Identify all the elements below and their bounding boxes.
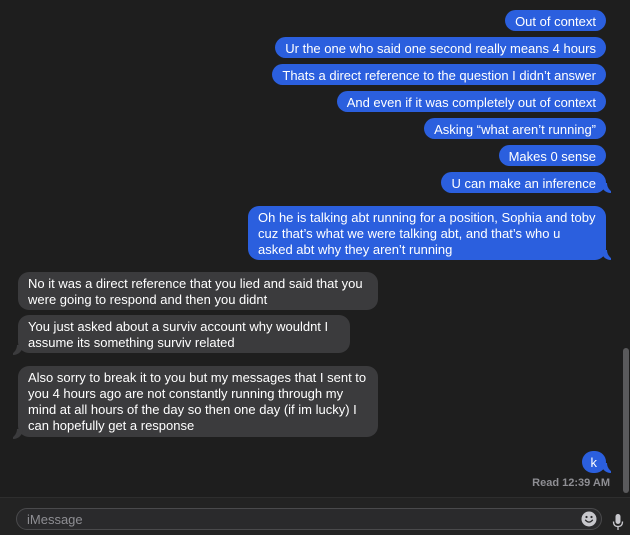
bubble-tail [7,427,23,439]
message-bubble-received[interactable]: No it was a direct reference that you li… [18,272,378,310]
bubble-tail [601,461,617,473]
scrollbar-thumb[interactable] [623,348,629,493]
message-bubble-sent[interactable]: Ur the one who said one second really me… [275,37,606,58]
message-text: Also sorry to break it to you but my mes… [28,370,367,433]
message-bubble-sent[interactable]: U can make an inference [441,172,606,193]
message-transcript: Out of context Ur the one who said one s… [0,0,630,497]
message-text: Makes 0 sense [508,149,596,164]
message-bubble-sent[interactable]: k [581,451,606,473]
message-text: U can make an inference [451,176,596,191]
microphone-icon[interactable] [611,513,625,531]
message-text: You just asked about a surviv account wh… [28,319,329,350]
message-text: Ur the one who said one second really me… [285,41,596,56]
read-receipt: Read 12:39 AM [532,477,610,489]
message-bubble-sent[interactable]: Oh he is talking abt running for a posit… [248,206,606,260]
bubble-tail [7,343,23,355]
message-text: No it was a direct reference that you li… [28,276,363,307]
message-text: Oh he is talking abt running for a posit… [258,210,596,257]
message-bubble-sent[interactable]: And even if it was completely out of con… [336,91,606,112]
bubble-tail [601,181,617,193]
message-text: And even if it was completely out of con… [346,95,596,110]
message-bubble-sent[interactable]: Out of context [505,10,606,31]
message-text: Asking “what aren’t running” [434,122,596,137]
message-text: Thats a direct reference to the question… [282,68,596,83]
message-bubble-received[interactable]: You just asked about a surviv account wh… [18,315,350,353]
message-input-field[interactable] [16,508,602,530]
message-composer [0,497,630,535]
message-bubble-sent[interactable]: Thats a direct reference to the question… [272,64,606,85]
message-text: k [590,455,598,470]
message-bubble-sent[interactable]: Makes 0 sense [498,145,606,166]
message-bubble-received[interactable]: Also sorry to break it to you but my mes… [18,366,378,437]
message-bubble-sent[interactable]: Asking “what aren’t running” [424,118,606,139]
message-text: Out of context [515,14,596,29]
message-input[interactable] [27,511,567,527]
emoji-face-icon[interactable] [581,511,597,527]
bubble-tail [601,248,617,260]
